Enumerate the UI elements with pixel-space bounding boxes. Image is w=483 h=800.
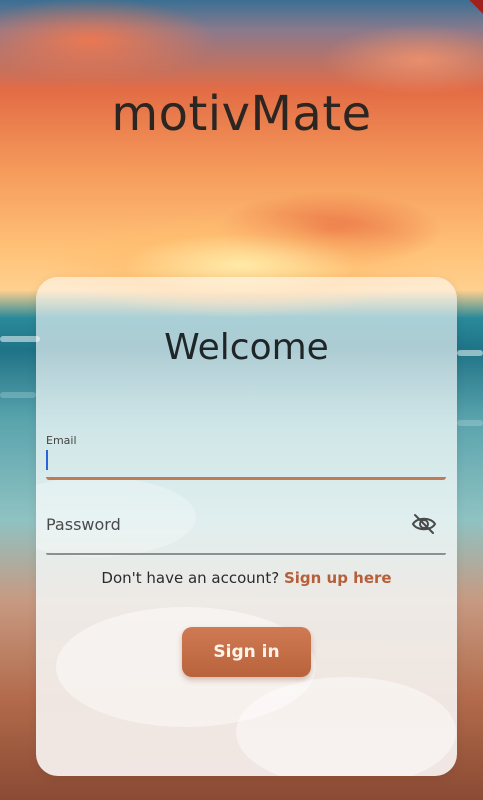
password-placeholder: Password (46, 515, 121, 534)
email-underline (46, 477, 446, 480)
welcome-heading: Welcome (164, 327, 329, 368)
password-underline (46, 553, 446, 555)
background-wave (0, 392, 36, 398)
signin-button[interactable]: Sign in (182, 627, 311, 677)
email-input[interactable] (46, 446, 426, 472)
foam-texture (236, 677, 456, 776)
signup-prompt: Don't have an account? (101, 569, 280, 587)
signup-link[interactable]: Sign up here (284, 569, 392, 587)
background-wave (457, 350, 483, 356)
password-field[interactable]: Password (46, 502, 446, 555)
email-field[interactable]: Email (46, 430, 446, 480)
login-card: Welcome Email Password Don't have an acc… (36, 277, 457, 776)
signup-row: Don't have an account? Sign up here (36, 569, 457, 587)
corner-indicator (469, 0, 483, 14)
login-screen: motivMate Welcome Email Password Don't h… (0, 0, 483, 800)
background-wave (0, 336, 40, 342)
app-title: motivMate (111, 86, 372, 142)
background-wave (457, 420, 483, 426)
eye-off-icon[interactable] (410, 512, 438, 536)
